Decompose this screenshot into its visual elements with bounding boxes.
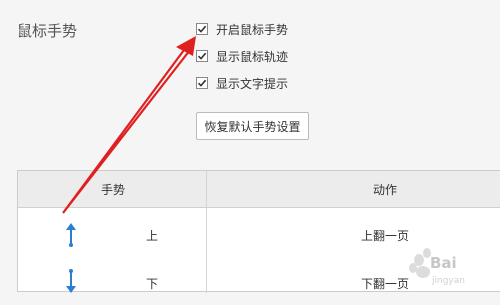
gesture-action: 下翻一页: [361, 277, 410, 291]
checkbox-checked-icon[interactable]: [196, 23, 208, 35]
section-title: 鼠标手势: [17, 22, 78, 40]
arrow-down-icon: [66, 269, 76, 293]
table-header: 手势 动作: [18, 171, 500, 208]
arrow-up-icon: [66, 223, 76, 247]
option-show-trail[interactable]: 显示鼠标轨迹: [196, 47, 288, 65]
gesture-direction: 下: [146, 277, 159, 291]
option-label: 开启鼠标手势: [216, 22, 289, 37]
option-label: 显示鼠标轨迹: [216, 49, 289, 64]
checkbox-checked-icon[interactable]: [196, 50, 208, 62]
watermark-text: Bai: [430, 254, 457, 272]
gesture-action: 上翻一页: [361, 229, 410, 243]
checkbox-checked-icon[interactable]: [196, 77, 208, 89]
header-action: 动作: [373, 183, 398, 197]
gesture-direction: 上: [146, 229, 159, 243]
watermark-subtext: jingyan: [432, 276, 465, 286]
option-enable-gesture[interactable]: 开启鼠标手势: [196, 20, 288, 38]
reset-gestures-button[interactable]: 恢复默认手势设置: [196, 112, 309, 140]
header-gesture: 手势: [101, 183, 126, 197]
option-show-text-hint[interactable]: 显示文字提示: [196, 74, 288, 92]
option-label: 显示文字提示: [216, 76, 289, 91]
